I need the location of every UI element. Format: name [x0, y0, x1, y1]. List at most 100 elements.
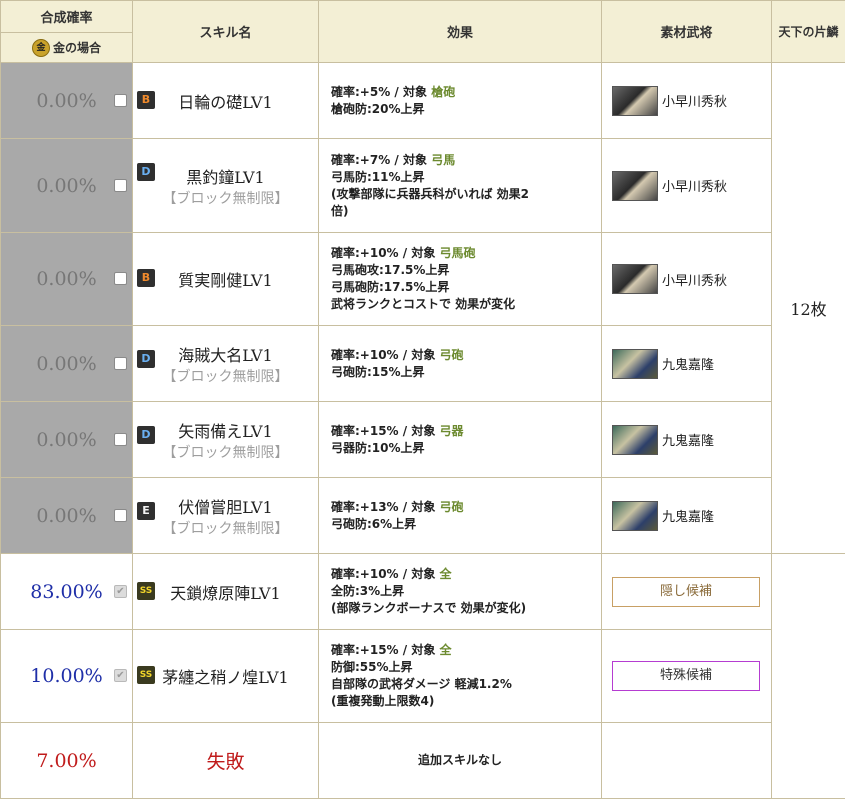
rate-cell: 10.00% ✔: [0, 629, 133, 723]
material-name: 九鬼嘉隆: [662, 510, 715, 525]
effect-target: 弓砲: [439, 499, 464, 514]
select-checkbox: ✔: [114, 669, 127, 682]
effect-target: 弓馬: [431, 152, 456, 167]
special-candidate-button[interactable]: 特殊候補: [612, 661, 760, 691]
side-empty-cell: [771, 553, 845, 799]
effect-target-label: 対象: [402, 152, 427, 167]
fail-row: 7.00% 失敗 追加スキルなし: [0, 722, 845, 799]
material-cell: 九鬼嘉隆: [601, 325, 772, 402]
effect-probability: 確率:+10%: [331, 567, 399, 581]
fail-label: 失敗: [206, 751, 245, 773]
effect-target: 全: [439, 643, 452, 657]
material-name: 小早川秀秋: [662, 95, 728, 110]
rate-cell: 0.00%: [0, 401, 133, 478]
portrait-icon: [612, 348, 658, 379]
select-checkbox[interactable]: [114, 272, 127, 285]
fail-effect-cell: 追加スキルなし: [318, 722, 602, 799]
hidden-candidate-button[interactable]: 隠し候補: [612, 576, 760, 607]
skill-name: 伏僧嘗胆LV1: [178, 497, 273, 517]
skill-name: 矢雨備えLV1: [178, 421, 273, 441]
skill-row: 0.00% D 海賊大名LV1 【ブロック無制限】 確率:+10% / 対象 弓…: [0, 325, 845, 402]
skill-note: 【ブロック無制限】: [162, 520, 289, 537]
rate-value: 0.00%: [36, 174, 97, 197]
rate-cell: 0.00%: [0, 62, 133, 139]
portrait-icon: [612, 500, 658, 531]
effect-line: 弓馬砲防:17.5%上昇: [331, 280, 450, 294]
skill-cell: E 伏僧嘗胆LV1 【ブロック無制限】: [132, 477, 319, 554]
skill-name: 海賊大名LV1: [178, 345, 273, 365]
rate-value: 0.00%: [36, 89, 97, 112]
material-cell: 九鬼嘉隆: [601, 401, 772, 478]
grade-badge-icon: SS: [137, 666, 155, 684]
material-general[interactable]: 九鬼嘉隆: [612, 500, 771, 531]
effect-cell: 確率:+10% / 対象 全全防:3%上昇 (部隊ランクボーナスで 効果が変化): [318, 553, 602, 630]
material-name: 小早川秀秋: [662, 180, 728, 195]
rate-cell: 0.00%: [0, 232, 133, 326]
effect-line: 全防:3%上昇: [331, 584, 405, 598]
skill-row: 83.00% ✔ SS 天鎖燎原陣LV1 確率:+10% / 対象 全全防:3%…: [0, 553, 845, 799]
effect-line: (重複発動上限数4): [331, 694, 435, 708]
rate-cell: 0.00%: [0, 477, 133, 554]
skill-row: 0.00% B 質実剛健LV1 確率:+10% / 対象 弓馬砲 弓馬砲攻:17.…: [0, 232, 845, 326]
rate-cell: 0.00%: [0, 325, 133, 402]
material-cell: 小早川秀秋: [601, 62, 772, 139]
material-name: 小早川秀秋: [662, 273, 728, 289]
grade-badge-icon: D: [137, 163, 155, 181]
rate-cell: 83.00% ✔: [0, 553, 133, 630]
skill-row: 0.00% D 黒釣鐘LV1 【ブロック無制限】 確率:+7% / 対象 弓馬弓…: [0, 138, 845, 233]
effect-probability: 確率:+5%: [331, 84, 391, 99]
effect-cell: 確率:+15% / 対象 全防御:55%上昇 自部隊の武将ダメージ 軽減1.2% (…: [318, 629, 602, 723]
effect-line: 槍砲防:20%上昇: [331, 101, 425, 116]
header-gold-case: 金 金の場合: [0, 32, 133, 63]
effect-line: 確率:+7% / 対象 弓馬: [331, 152, 456, 167]
material-name: 九鬼嘉隆: [662, 358, 715, 373]
rate-value: 0.00%: [36, 268, 97, 290]
fail-rate-cell: 7.00%: [0, 722, 133, 799]
rate-value: 0.00%: [36, 504, 97, 527]
material-name: 九鬼嘉隆: [662, 434, 715, 449]
effect-line: 確率:+15% / 対象 弓器: [331, 423, 464, 438]
effect-line: (部隊ランクボーナスで 効果が変化): [331, 601, 527, 615]
effect-target: 弓馬砲: [439, 246, 476, 260]
skill-cell: D 矢雨備えLV1 【ブロック無制限】: [132, 401, 319, 478]
gold-coin-icon: 金: [31, 38, 50, 57]
grade-badge-icon: D: [137, 350, 155, 368]
select-checkbox[interactable]: [114, 178, 127, 192]
portrait-icon: [612, 85, 658, 116]
header-effect: 効果: [318, 0, 602, 63]
portrait-icon: [612, 424, 658, 455]
grade-badge-icon: SS: [137, 581, 155, 600]
header-rate-label: 合成確率: [40, 11, 93, 26]
material-general[interactable]: 小早川秀秋: [612, 170, 771, 201]
skill-row: 10.00% ✔ SS 茅纏之稍ノ煌LV1 確率:+15% / 対象 全防御:5…: [0, 629, 845, 723]
rate-value: 0.00%: [36, 352, 97, 375]
side-count-cell: 12枚: [771, 62, 845, 554]
material-general[interactable]: 小早川秀秋: [612, 85, 771, 116]
select-checkbox[interactable]: [114, 356, 127, 370]
grade-badge-icon: E: [137, 502, 155, 520]
skill-name: 天鎖燎原陣LV1: [170, 583, 281, 603]
select-checkbox[interactable]: [114, 93, 127, 107]
skill-cell: SS 茅纏之稍ノ煌LV1: [132, 629, 319, 723]
skill-name: 茅纏之稍ノ煌LV1: [162, 668, 289, 687]
skill-row: 0.00% E 伏僧嘗胆LV1 【ブロック無制限】 確率:+13% / 対象 弓…: [0, 477, 845, 554]
header-side: 天下の片鱗: [771, 0, 845, 63]
grade-badge-icon: D: [137, 426, 155, 444]
material-general[interactable]: 小早川秀秋: [612, 264, 771, 294]
select-checkbox[interactable]: [114, 508, 127, 522]
material-cell: 小早川秀秋: [601, 232, 772, 326]
effect-probability: 確率:+15%: [331, 423, 399, 438]
portrait-icon: [612, 170, 658, 201]
grade-badge-icon: B: [137, 90, 155, 109]
header-material-label: 素材武将: [660, 26, 713, 41]
effect-line: 弓馬砲攻:17.5%上昇: [331, 263, 450, 277]
skill-cell: B 質実剛健LV1: [132, 232, 319, 326]
effect-line: 防御:55%上昇: [331, 660, 413, 674]
header-material: 素材武将: [601, 0, 772, 63]
material-cell: 九鬼嘉隆: [601, 477, 772, 554]
material-general[interactable]: 九鬼嘉隆: [612, 424, 771, 455]
skill-row: 0.00% D 矢雨備えLV1 【ブロック無制限】 確率:+15% / 対象 弓…: [0, 401, 845, 478]
material-general[interactable]: 九鬼嘉隆: [612, 348, 771, 379]
select-checkbox[interactable]: [114, 432, 127, 446]
effect-target-label: 対象: [411, 423, 436, 438]
